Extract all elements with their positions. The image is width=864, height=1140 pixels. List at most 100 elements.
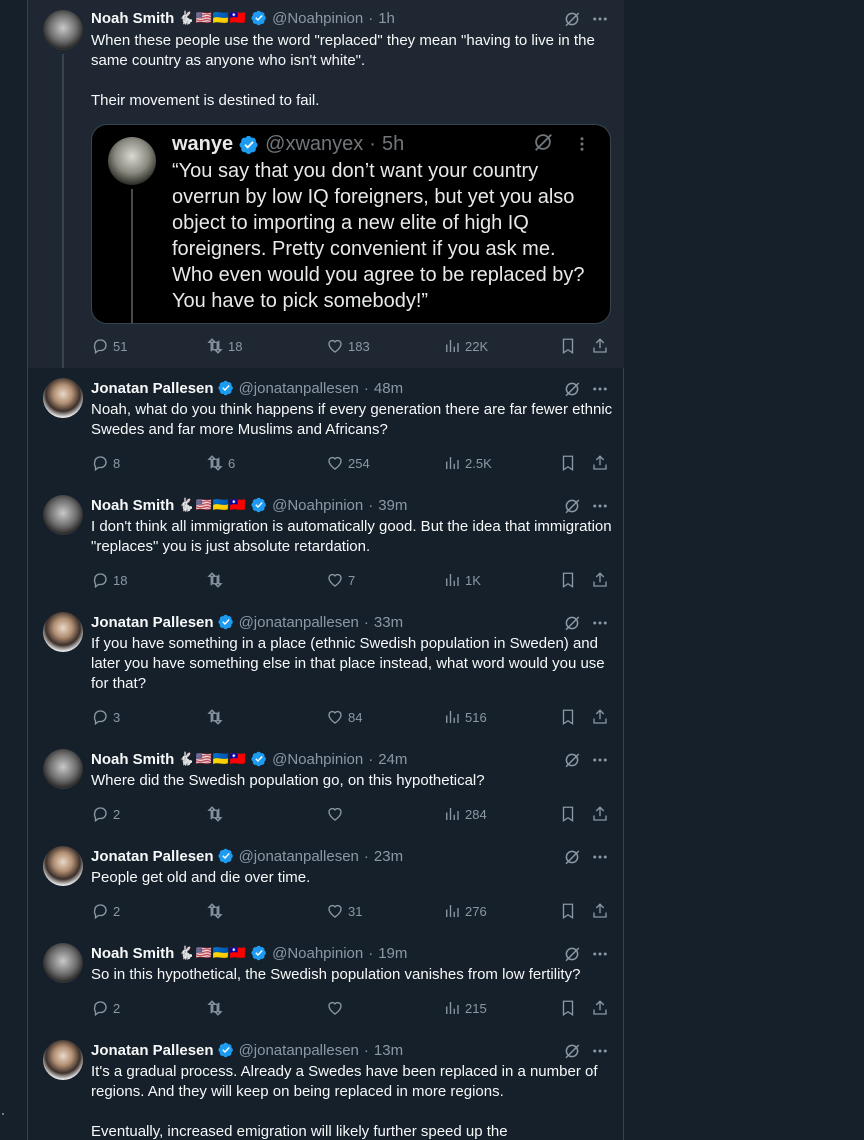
more-options-icon[interactable] — [591, 848, 609, 866]
author-name[interactable]: Noah Smith — [91, 497, 174, 514]
author-handle[interactable]: @jonatanpallesen — [239, 1042, 359, 1059]
reply-button[interactable]: 51 — [91, 336, 127, 356]
author-name[interactable]: Jonatan Pallesen — [91, 380, 214, 397]
bookmark-button[interactable] — [559, 570, 577, 590]
avatar[interactable] — [43, 612, 83, 652]
author-handle[interactable]: @Noahpinion — [272, 945, 363, 962]
grok-icon[interactable] — [563, 751, 581, 769]
more-options-icon[interactable] — [591, 10, 609, 28]
tweet[interactable]: Noah Smith 🐇🇺🇸🇺🇦🇹🇼 @Noahpinion · 39m I d… — [28, 485, 624, 602]
repost-button[interactable]: 6 — [206, 453, 235, 473]
grok-icon[interactable] — [563, 614, 581, 632]
views-button[interactable]: 2.5K — [443, 453, 492, 473]
author-name[interactable]: Jonatan Pallesen — [91, 1042, 214, 1059]
bookmark-button[interactable] — [559, 336, 577, 356]
repost-button[interactable]: 18 — [206, 336, 242, 356]
timestamp[interactable]: 39m — [378, 497, 407, 514]
repost-button[interactable] — [206, 998, 228, 1018]
repost-button[interactable] — [206, 901, 228, 921]
views-button[interactable]: 276 — [443, 901, 487, 921]
author-handle[interactable]: @jonatanpallesen — [239, 848, 359, 865]
author-handle[interactable]: @Noahpinion — [272, 10, 363, 27]
repost-button[interactable] — [206, 707, 228, 727]
share-button[interactable] — [591, 901, 609, 921]
bookmark-button[interactable] — [559, 901, 577, 921]
repost-button[interactable] — [206, 570, 228, 590]
timestamp[interactable]: 24m — [378, 751, 407, 768]
share-button[interactable] — [591, 570, 609, 590]
share-button[interactable] — [591, 336, 609, 356]
author-name[interactable]: Noah Smith — [91, 751, 174, 768]
views-button[interactable]: 22K — [443, 336, 488, 356]
tweet[interactable]: Jonatan Pallesen @jonatanpallesen · 48m … — [28, 368, 624, 485]
more-options-icon[interactable] — [591, 614, 609, 632]
avatar[interactable] — [43, 749, 83, 789]
avatar[interactable] — [43, 846, 83, 886]
bookmark-button[interactable] — [559, 707, 577, 727]
reply-button[interactable]: 2 — [91, 804, 120, 824]
bookmark-button[interactable] — [559, 998, 577, 1018]
like-button[interactable] — [326, 998, 348, 1018]
share-button[interactable] — [591, 453, 609, 473]
author-name[interactable]: Jonatan Pallesen — [91, 848, 214, 865]
like-button[interactable]: 31 — [326, 901, 362, 921]
timestamp[interactable]: 13m — [374, 1042, 403, 1059]
repost-button[interactable] — [206, 804, 228, 824]
like-button[interactable]: 7 — [326, 570, 355, 590]
grok-icon[interactable] — [563, 945, 581, 963]
quoted-tweet-image[interactable]: wanye @xwanyex · 5h “You say that you do… — [91, 124, 611, 324]
reply-button[interactable]: 2 — [91, 901, 120, 921]
avatar[interactable] — [43, 378, 83, 418]
avatar[interactable] — [43, 1040, 83, 1080]
like-button[interactable]: 84 — [326, 707, 362, 727]
share-button[interactable] — [591, 804, 609, 824]
views-button[interactable]: 215 — [443, 998, 487, 1018]
more-options-icon[interactable] — [591, 380, 609, 398]
share-button[interactable] — [591, 998, 609, 1018]
author-handle[interactable]: @jonatanpallesen — [239, 614, 359, 631]
author-handle[interactable]: @Noahpinion — [272, 497, 363, 514]
tweet[interactable]: Jonatan Pallesen @jonatanpallesen · 33m … — [28, 602, 624, 739]
timestamp[interactable]: 48m — [374, 380, 403, 397]
avatar[interactable] — [43, 495, 83, 535]
bookmark-button[interactable] — [559, 804, 577, 824]
views-button[interactable]: 284 — [443, 804, 487, 824]
more-options-icon[interactable] — [591, 497, 609, 515]
bookmark-button[interactable] — [559, 453, 577, 473]
grok-icon[interactable] — [563, 497, 581, 515]
tweet[interactable]: Noah Smith 🐇🇺🇸🇺🇦🇹🇼 @Noahpinion · 19m So … — [28, 933, 624, 1030]
views-button[interactable]: 1K — [443, 570, 481, 590]
reply-count: 2 — [113, 806, 121, 822]
author-name[interactable]: Jonatan Pallesen — [91, 614, 214, 631]
grok-icon[interactable] — [563, 380, 581, 398]
avatar[interactable] — [43, 10, 83, 50]
author-handle[interactable]: @Noahpinion — [272, 751, 363, 768]
tweet[interactable]: Noah Smith 🐇🇺🇸🇺🇦🇹🇼 @Noahpinion · 1h When… — [28, 0, 624, 368]
timestamp[interactable]: 1h — [378, 10, 395, 27]
tweet[interactable]: Jonatan Pallesen @jonatanpallesen · 13m … — [28, 1030, 624, 1140]
author-handle[interactable]: @jonatanpallesen — [239, 380, 359, 397]
reply-button[interactable]: 3 — [91, 707, 120, 727]
tweet[interactable]: Noah Smith 🐇🇺🇸🇺🇦🇹🇼 @Noahpinion · 24m Whe… — [28, 739, 624, 836]
reply-button[interactable]: 8 — [91, 453, 120, 473]
like-button[interactable]: 183 — [326, 336, 370, 356]
avatar[interactable] — [43, 943, 83, 983]
timestamp[interactable]: 33m — [374, 614, 403, 631]
timestamp[interactable]: 23m — [374, 848, 403, 865]
timestamp[interactable]: 19m — [378, 945, 407, 962]
grok-icon[interactable] — [563, 1042, 581, 1060]
more-options-icon[interactable] — [591, 751, 609, 769]
more-options-icon[interactable] — [591, 1042, 609, 1060]
like-button[interactable] — [326, 804, 348, 824]
share-button[interactable] — [591, 707, 609, 727]
grok-icon[interactable] — [563, 10, 581, 28]
grok-icon[interactable] — [563, 848, 581, 866]
author-name[interactable]: Noah Smith — [91, 945, 174, 962]
tweet[interactable]: Jonatan Pallesen @jonatanpallesen · 23m … — [28, 836, 624, 933]
like-button[interactable]: 254 — [326, 453, 370, 473]
more-options-icon[interactable] — [591, 945, 609, 963]
author-name[interactable]: Noah Smith — [91, 10, 174, 27]
reply-button[interactable]: 18 — [91, 570, 127, 590]
reply-button[interactable]: 2 — [91, 998, 120, 1018]
views-button[interactable]: 516 — [443, 707, 487, 727]
